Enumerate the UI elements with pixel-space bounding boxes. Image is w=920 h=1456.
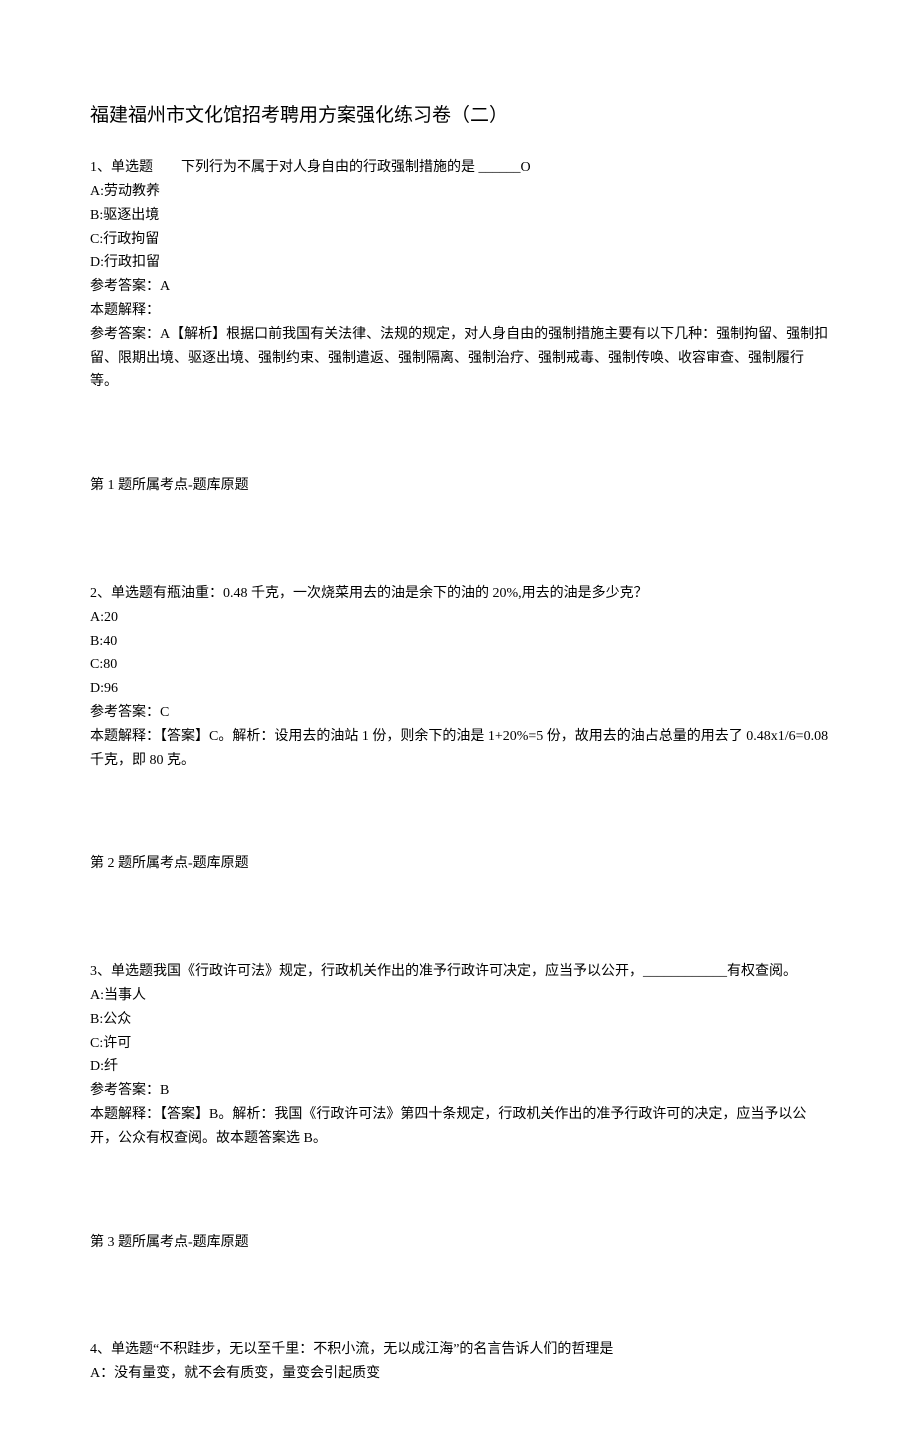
option-a: A：没有量变，就不会有质变，量变会引起质变 — [90, 1362, 830, 1386]
page-title: 福建福州市文化馆招考聘用方案强化练习卷（二） — [90, 100, 830, 132]
explanation: 参考答案：A【解析】根据口前我国有关法律、法规的规定，对人身自由的强制措施主要有… — [90, 323, 830, 394]
option-b: B:公众 — [90, 1008, 830, 1032]
question-3: 3、单选题我国《行政许可法》规定，行政机关作出的准予行政许可决定，应当予以公开，… — [90, 960, 830, 1150]
option-a: A:20 — [90, 606, 830, 630]
answer: 参考答案：B — [90, 1079, 830, 1103]
answer: 参考答案：C — [90, 701, 830, 725]
question-stem: 3、单选题我国《行政许可法》规定，行政机关作出的准予行政许可决定，应当予以公开，… — [90, 960, 830, 984]
question-footer: 第 2 题所属考点-题库原题 — [90, 852, 830, 876]
option-a: A:当事人 — [90, 984, 830, 1008]
question-stem: 4、单选题“不积跬步，无以至千里：不积小流，无以成江海”的名言告诉人们的哲理是 — [90, 1338, 830, 1362]
question-1: 1、单选题 下列行为不属于对人身自由的行政强制措施的是 ______O A:劳动… — [90, 156, 830, 394]
question-stem: 2、单选题有瓶油重：0.48 千克，一次烧菜用去的油是余下的油的 20%,用去的… — [90, 582, 830, 606]
option-c: C:许可 — [90, 1032, 830, 1056]
explanation: 本题解释：【答案】B。解析：我国《行政许可法》第四十条规定，行政机关作出的准予行… — [90, 1103, 830, 1151]
option-d: D:纤 — [90, 1055, 830, 1079]
question-2: 2、单选题有瓶油重：0.48 千克，一次烧菜用去的油是余下的油的 20%,用去的… — [90, 582, 830, 772]
question-stem: 1、单选题 下列行为不属于对人身自由的行政强制措施的是 ______O — [90, 156, 830, 180]
option-b: B:驱逐出境 — [90, 204, 830, 228]
explanation-label: 本题解释： — [90, 299, 830, 323]
option-c: C:80 — [90, 653, 830, 677]
explanation: 本题解释：【答案】C。解析：设用去的油站 1 份，则余下的油是 1+20%=5 … — [90, 725, 830, 773]
option-c: C:行政拘留 — [90, 228, 830, 252]
option-b: B:40 — [90, 630, 830, 654]
question-4: 4、单选题“不积跬步，无以至千里：不积小流，无以成江海”的名言告诉人们的哲理是 … — [90, 1338, 830, 1386]
option-a: A:劳动教养 — [90, 180, 830, 204]
option-d: D:96 — [90, 677, 830, 701]
question-footer: 第 1 题所属考点-题库原题 — [90, 474, 830, 498]
question-footer: 第 3 题所属考点-题库原题 — [90, 1231, 830, 1255]
answer: 参考答案：A — [90, 275, 830, 299]
option-d: D:行政扣留 — [90, 251, 830, 275]
